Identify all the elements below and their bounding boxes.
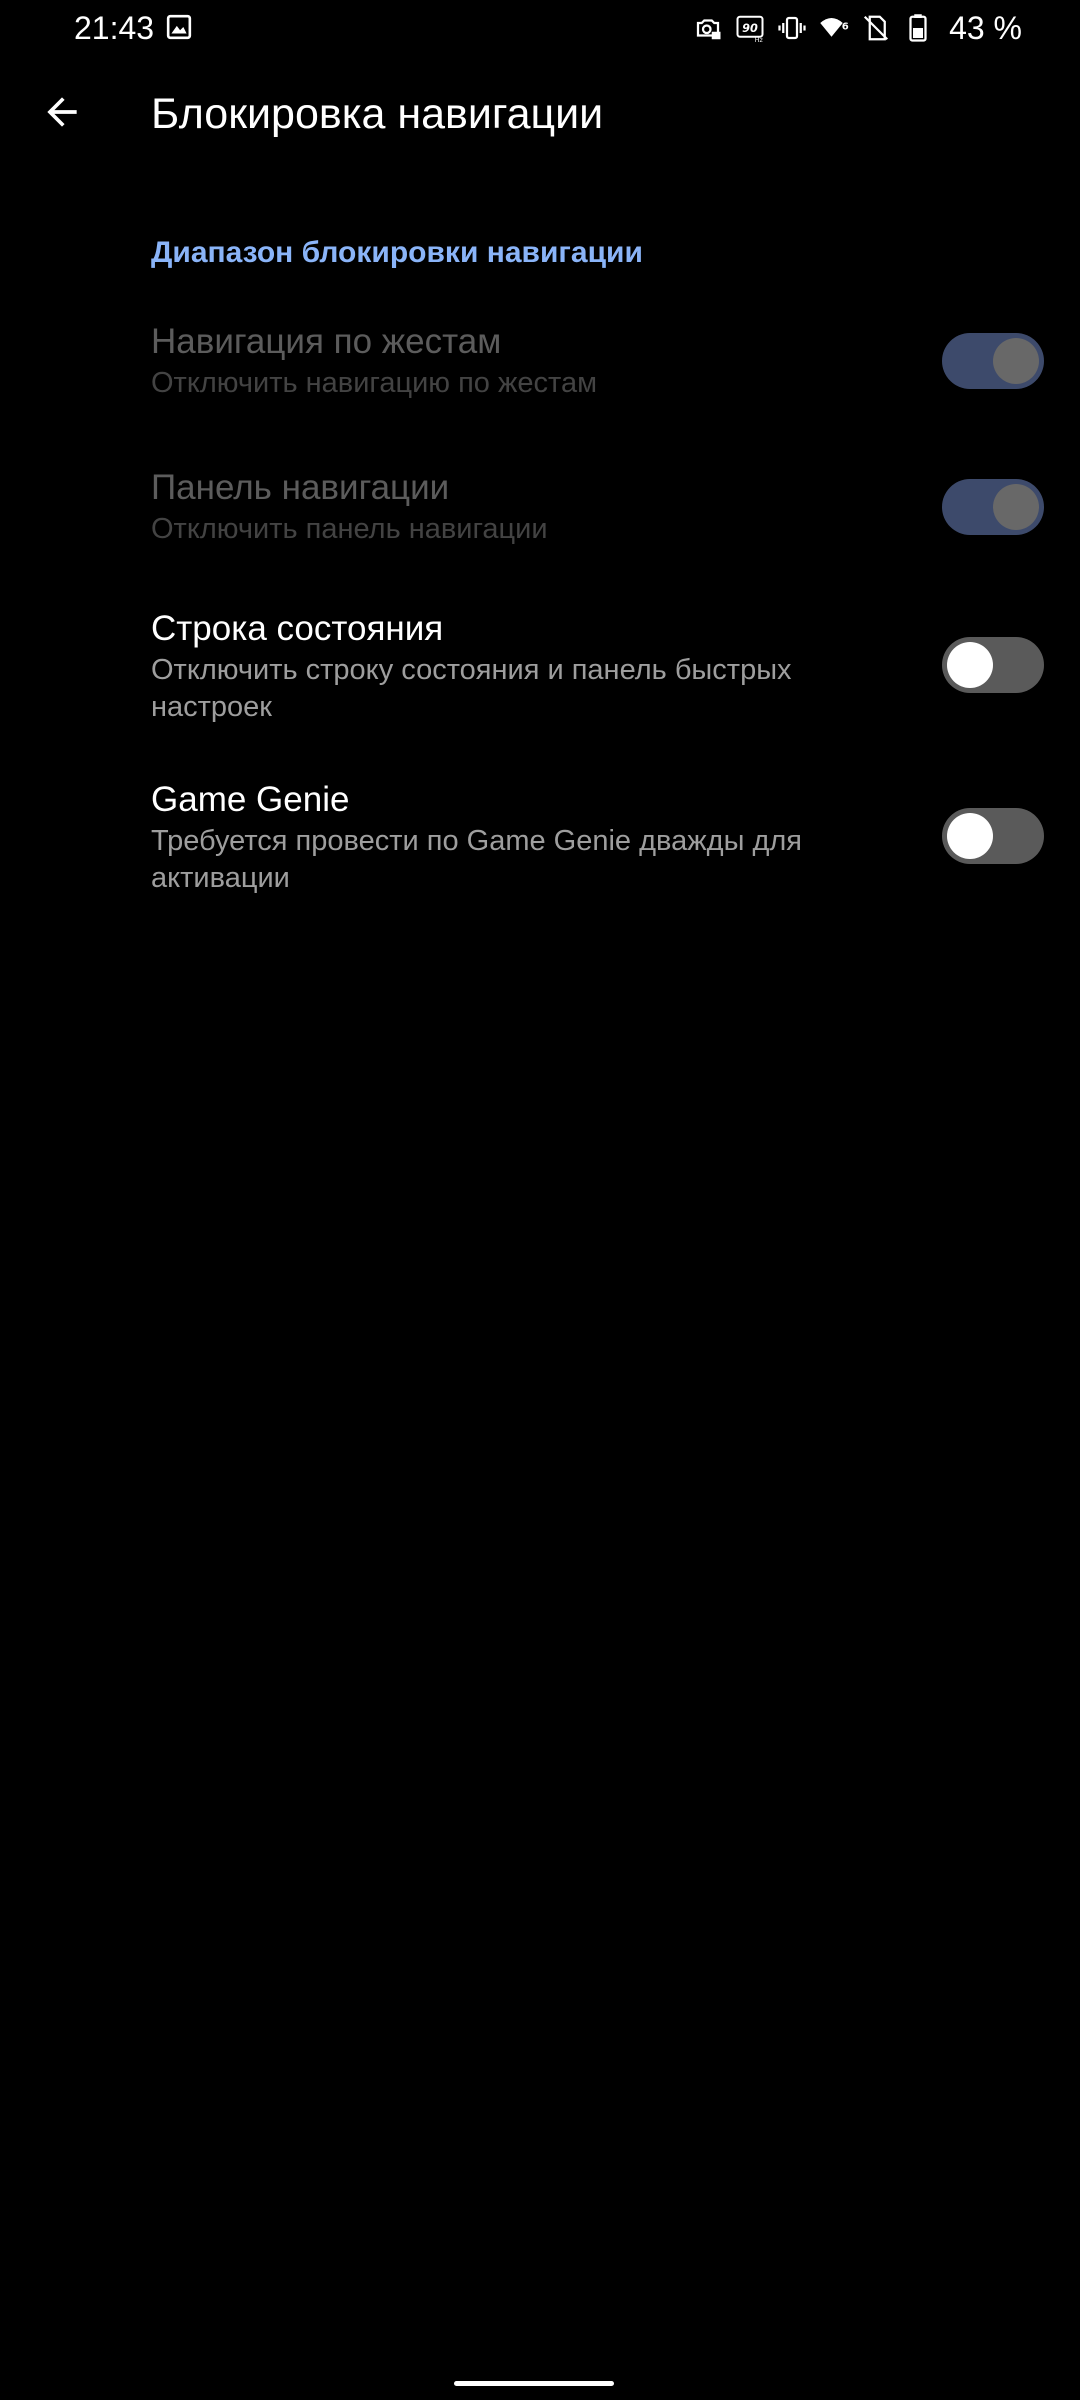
- setting-title: Game Genie: [151, 780, 350, 819]
- wifi-6-icon: 6: [820, 18, 849, 37]
- setting-title: Строка состояния: [151, 609, 444, 648]
- app-bar: Блокировка навигации: [0, 64, 1080, 168]
- setting-text: Панель навигации Отключить панель навига…: [151, 466, 891, 548]
- setting-text: Game Genie Требуется провести по Game Ge…: [151, 778, 891, 897]
- setting-status-bar[interactable]: Строка состояния Отключить строку состоя…: [0, 590, 1080, 750]
- setting-text: Строка состояния Отключить строку состоя…: [151, 607, 891, 726]
- refresh-rate-90hz-icon: 90 Hz: [736, 15, 764, 43]
- no-sim-icon: [864, 15, 889, 41]
- toggle-knob: [947, 813, 993, 859]
- vibrate-icon: [778, 16, 806, 40]
- setting-text: Навигация по жестам Отключить навигацию …: [151, 320, 891, 402]
- navigation-bar-toggle[interactable]: [942, 479, 1044, 535]
- page-title: Блокировка навигации: [151, 90, 604, 138]
- gesture-handle[interactable]: [454, 2381, 614, 2386]
- status-bar-toggle[interactable]: [942, 637, 1044, 693]
- battery-icon: [909, 14, 927, 42]
- toggle-knob: [993, 338, 1039, 384]
- setting-game-genie[interactable]: Game Genie Требуется провести по Game Ge…: [0, 762, 1080, 922]
- setting-summary: Отключить строку состояния и панель быст…: [151, 654, 792, 723]
- screenshot-lock-icon: [696, 19, 721, 40]
- status-icons: 90 Hz 6 43 %: [693, 8, 1022, 48]
- gesture-navigation-toggle[interactable]: [942, 333, 1044, 389]
- svg-text:90: 90: [742, 22, 758, 35]
- svg-text:Hz: Hz: [755, 37, 764, 43]
- status-bar: 21:43 90 Hz 6 43 %: [0, 0, 1080, 54]
- setting-summary: Отключить панель навигации: [151, 513, 548, 545]
- toggle-knob: [947, 642, 993, 688]
- setting-summary: Отключить навигацию по жестам: [151, 367, 598, 399]
- setting-summary: Требуется провести по Game Genie дважды …: [151, 825, 803, 894]
- toggle-knob: [993, 484, 1039, 530]
- arrow-back-icon: [47, 97, 77, 127]
- gallery-icon: [166, 14, 192, 40]
- setting-gesture-navigation[interactable]: Навигация по жестам Отключить навигацию …: [0, 300, 1080, 430]
- setting-title: Навигация по жестам: [151, 322, 502, 361]
- battery-percentage: 43 %: [949, 10, 1022, 46]
- back-button[interactable]: [26, 76, 98, 148]
- status-time: 21:43: [74, 10, 155, 46]
- game-genie-toggle[interactable]: [942, 808, 1044, 864]
- svg-text:6: 6: [842, 21, 849, 32]
- setting-title: Панель навигации: [151, 468, 450, 507]
- setting-navigation-bar[interactable]: Панель навигации Отключить панель навига…: [0, 446, 1080, 576]
- section-header: Диапазон блокировки навигации: [151, 236, 643, 269]
